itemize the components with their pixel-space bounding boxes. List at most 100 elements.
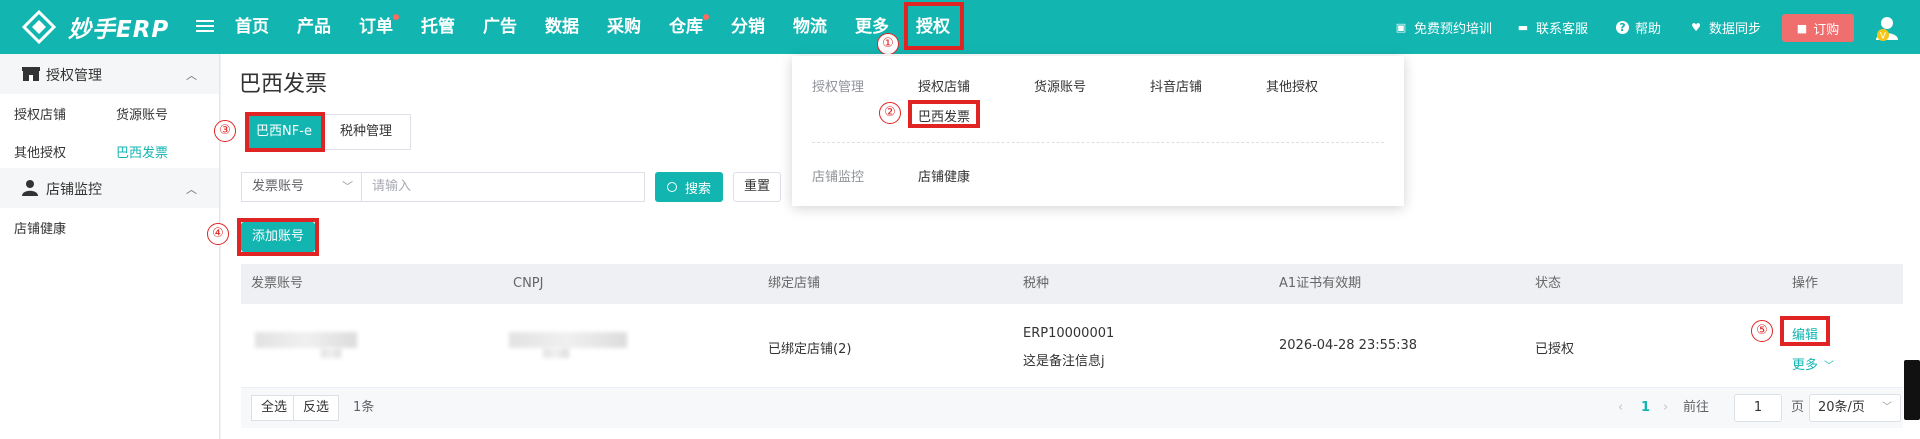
nav-products[interactable]: 产品 <box>297 0 331 54</box>
chat-icon: ▬ <box>1517 20 1529 34</box>
search-icon <box>666 182 677 192</box>
sidebar-item-brazil-invoice[interactable]: 巴西发票 <box>116 142 168 161</box>
sidebar: 授权管理 ︿ 授权店铺 货源账号 其他授权 巴西发票 店铺监控 ︿ 店铺健康 <box>0 54 220 439</box>
invert-selection-button[interactable]: 反选 <box>293 395 340 421</box>
nav-orders[interactable]: 订单 <box>359 0 399 54</box>
table-footer: 全选 反选 1条 ‹ 1 › 前往 1 页 20条/页 ﹀ <box>241 388 1903 428</box>
redacted-account <box>255 332 357 348</box>
order-button[interactable]: ■ 订购 <box>1782 14 1854 42</box>
tab-tax-management[interactable]: 税种管理 <box>321 114 411 150</box>
sync-icon: ♥ <box>1691 20 1701 34</box>
nav-hosting[interactable]: 托管 <box>421 0 455 54</box>
step-marker-3: ③ <box>214 120 236 142</box>
help-link[interactable]: ? 帮助 <box>1616 0 1661 54</box>
redacted-cnpj <box>509 332 627 348</box>
sidebar-group-authorization[interactable]: 授权管理 ︿ <box>0 54 219 94</box>
column-header-status: 状态 <box>1535 276 1562 291</box>
column-header-account: 发票账号 <box>251 276 304 291</box>
menu-item-authorized-stores[interactable]: 授权店铺 <box>918 76 970 95</box>
sidebar-group-store-monitor[interactable]: 店铺监控 ︿ <box>0 168 219 208</box>
logo-text: 妙手ERP <box>68 17 170 43</box>
nav-distribution[interactable]: 分销 <box>731 0 765 54</box>
top-navbar: 妙手ERP 首页 产品 订单 托管 广告 数据 采购 仓库 分销 物流 更多 授… <box>0 0 1920 55</box>
tax-code: ERP10000001 <box>1023 326 1115 341</box>
status-text: 已授权 <box>1535 342 1575 357</box>
goto-page-input[interactable]: 1 <box>1734 394 1782 422</box>
nav-ads[interactable]: 广告 <box>483 0 517 54</box>
tax-note: 这是备注信息j <box>1023 354 1105 369</box>
sidebar-item-source-accounts[interactable]: 货源账号 <box>116 104 168 123</box>
page-size-select[interactable]: 20条/页 ﹀ <box>1809 394 1901 422</box>
column-header-tax: 税种 <box>1023 276 1050 291</box>
add-account-button[interactable]: 添加账号 <box>241 222 315 252</box>
sidebar-item-store-health[interactable]: 店铺健康 <box>14 218 66 237</box>
cert-expiry: 2026-04-28 23:55:38 <box>1279 338 1418 353</box>
redacted-cnpj <box>543 348 569 358</box>
current-page-number[interactable]: 1 <box>1641 388 1650 428</box>
menu-item-brazil-invoice[interactable]: 巴西发票 <box>918 106 970 125</box>
search-button[interactable]: 搜索 <box>655 172 723 202</box>
dropdown-divider <box>812 142 1384 143</box>
svg-text:V: V <box>1880 32 1887 42</box>
dropdown-group-authorization: 授权管理 <box>812 80 865 95</box>
user-avatar-icon[interactable]: V <box>1874 14 1902 42</box>
column-header-bound-store: 绑定店铺 <box>768 276 821 291</box>
notification-dot <box>703 14 709 20</box>
filter-field-select[interactable]: 发票账号 ﹀ <box>241 172 361 202</box>
reset-button[interactable]: 重置 <box>733 172 781 202</box>
highlight-box-nav <box>904 2 964 50</box>
next-page-icon[interactable]: › <box>1663 388 1668 428</box>
notification-dot <box>393 14 399 20</box>
training-link[interactable]: ▣ 免费预约培训 <box>1394 0 1492 54</box>
sidebar-item-authorized-stores[interactable]: 授权店铺 <box>14 104 66 123</box>
menu-item-other-auth[interactable]: 其他授权 <box>1266 76 1318 95</box>
nav-data[interactable]: 数据 <box>545 0 579 54</box>
nav-purchase[interactable]: 采购 <box>607 0 641 54</box>
menu-item-source-accounts[interactable]: 货源账号 <box>1034 76 1086 95</box>
column-header-cert-expiry: A1证书有效期 <box>1279 276 1362 291</box>
redacted-account <box>321 348 341 358</box>
step-marker-4: ④ <box>207 223 229 245</box>
menu-item-store-health[interactable]: 店铺健康 <box>918 166 970 185</box>
nav-logistics[interactable]: 物流 <box>793 0 827 54</box>
logo[interactable]: 妙手ERP <box>22 10 169 44</box>
nav-home[interactable]: 首页 <box>235 0 269 54</box>
dropdown-group-store-monitor: 店铺监控 <box>812 170 865 185</box>
nav-warehouse[interactable]: 仓库 <box>669 0 709 54</box>
step-marker-2: ② <box>879 102 901 124</box>
select-all-button[interactable]: 全选 <box>251 395 298 421</box>
prev-page-icon[interactable]: ‹ <box>1618 388 1623 428</box>
help-icon: ? <box>1616 20 1629 34</box>
table-row: 已绑定店铺(2) ERP10000001 这是备注信息j 2026-04-28 … <box>241 304 1903 388</box>
filter-search-input[interactable]: 请输入 <box>361 172 645 202</box>
chevron-up-icon: ︿ <box>186 69 197 82</box>
column-header-cnpj: CNPJ <box>513 276 544 291</box>
store-icon <box>22 67 40 81</box>
floating-side-widget[interactable] <box>1904 360 1920 420</box>
cart-icon: ■ <box>1796 21 1808 35</box>
step-marker-5: ⑤ <box>1751 320 1773 342</box>
sidebar-item-other-auth[interactable]: 其他授权 <box>14 142 66 161</box>
edit-link[interactable]: 编辑 <box>1792 324 1818 343</box>
tab-brazil-nfe[interactable]: 巴西NF-e <box>247 114 321 150</box>
step-marker-1: ① <box>877 33 899 55</box>
total-count: 1条 <box>353 400 375 415</box>
chevron-down-icon: ﹀ <box>1824 361 1835 372</box>
menu-toggle-icon[interactable] <box>196 17 214 37</box>
presentation-icon: ▣ <box>1395 20 1407 34</box>
logo-icon <box>22 10 56 44</box>
authorization-dropdown-menu: 授权管理 授权店铺 货源账号 抖音店铺 其他授权 巴西发票 ② 店铺监控 店铺健… <box>792 56 1404 206</box>
more-actions-dropdown[interactable]: 更多 ﹀ <box>1792 354 1834 373</box>
page-title: 巴西发票 <box>239 72 328 97</box>
chevron-up-icon: ︿ <box>186 183 197 196</box>
bound-store-count[interactable]: 已绑定店铺(2) <box>768 338 851 357</box>
goto-label: 前往 <box>1683 400 1710 415</box>
table-header: 发票账号 CNPJ 绑定店铺 税种 A1证书有效期 状态 操作 <box>241 264 1903 304</box>
column-header-actions: 操作 <box>1792 276 1819 291</box>
menu-item-douyin-stores[interactable]: 抖音店铺 <box>1150 76 1202 95</box>
page-label: 页 <box>1791 400 1805 415</box>
chevron-down-icon: ﹀ <box>342 180 353 193</box>
support-link[interactable]: ▬ 联系客服 <box>1516 0 1588 54</box>
data-sync-link[interactable]: ♥ 数据同步 <box>1689 0 1761 54</box>
user-monitor-icon <box>22 180 38 196</box>
